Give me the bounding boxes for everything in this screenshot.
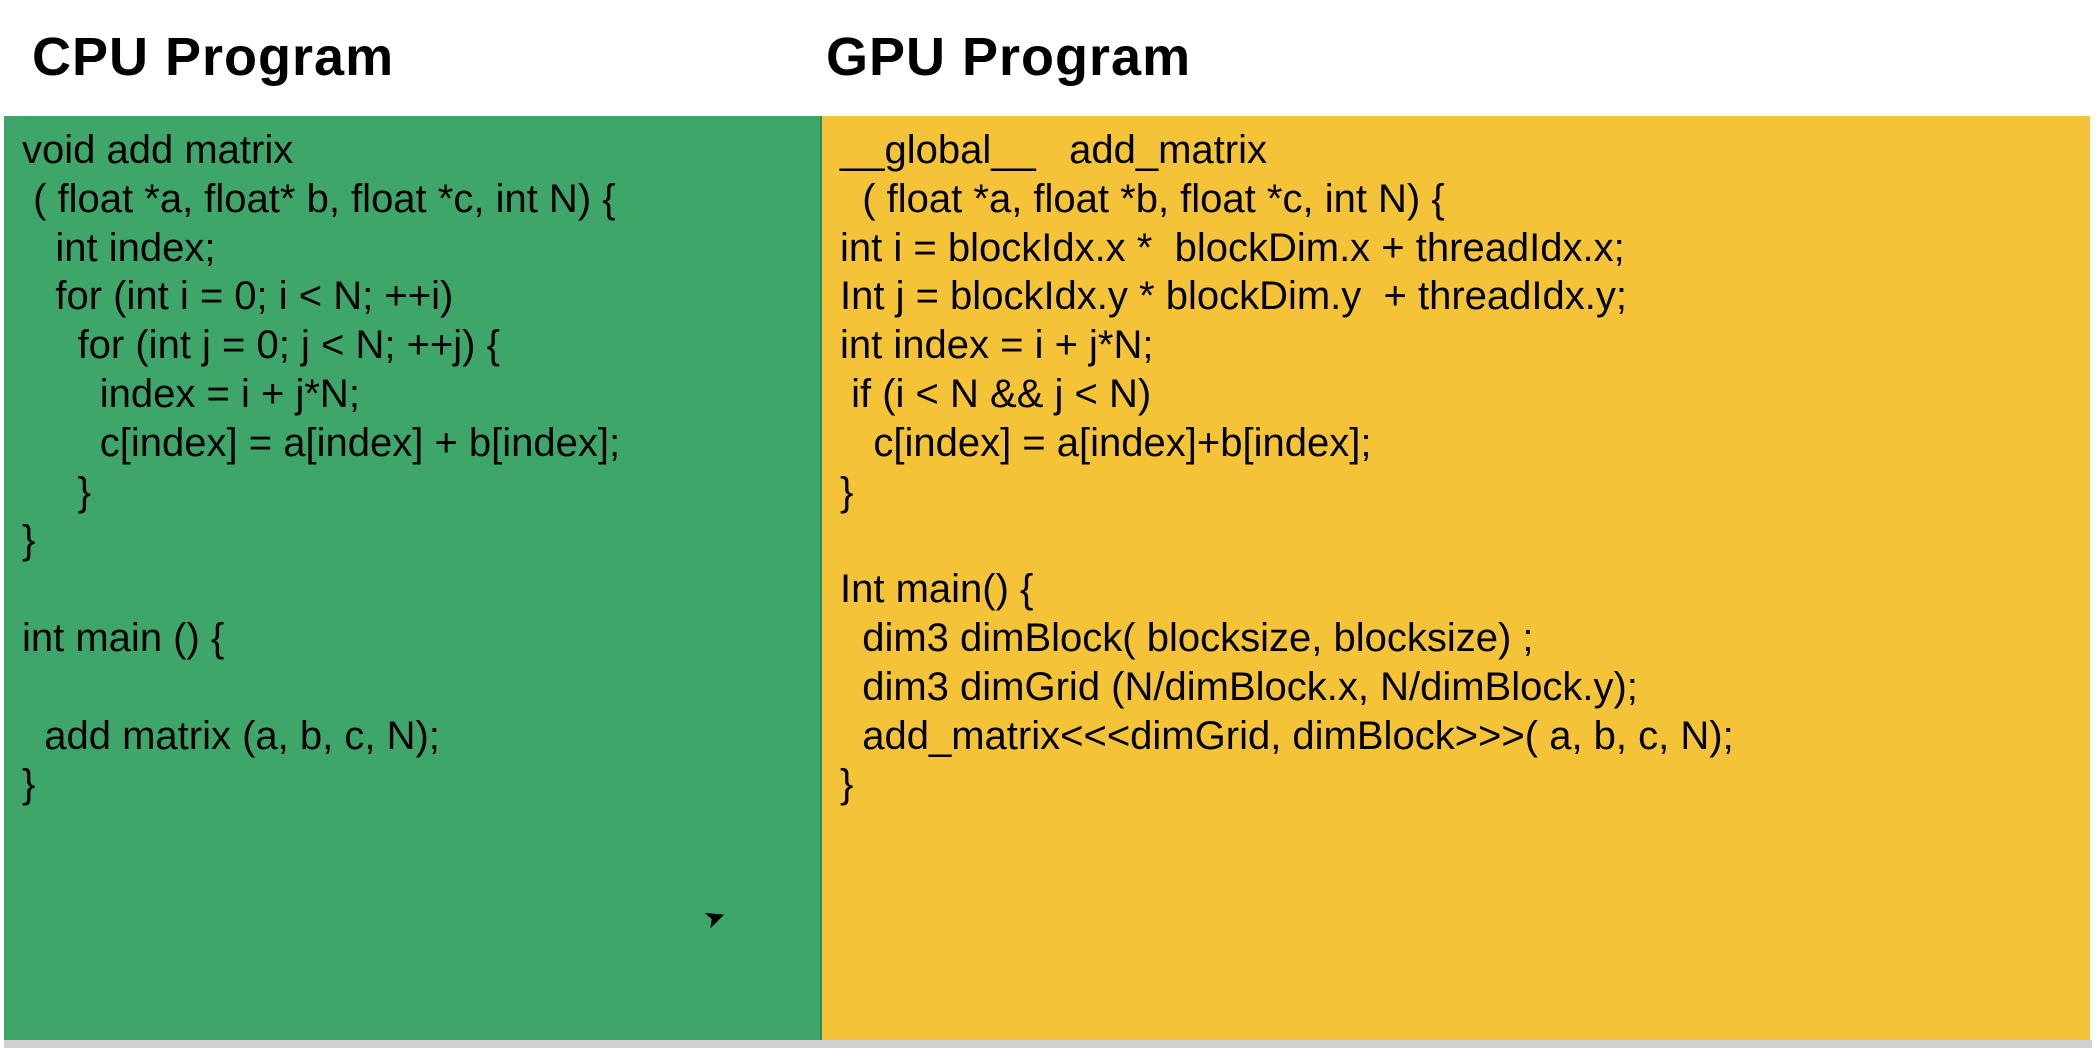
cpu-code-block: void add matrix ( float *a, float* b, fl… [4,116,822,1040]
gpu-code-block: __global__ add_matrix ( float *a, float … [822,116,2090,1040]
headers-row: CPU Program GPU Program [0,0,2096,88]
gpu-program-title: GPU Program [826,26,1191,88]
bottom-divider [4,1040,2092,1048]
code-panes: void add matrix ( float *a, float* b, fl… [4,116,2092,1040]
slide: CPU Program GPU Program void add matrix … [0,0,2096,1064]
cpu-program-title: CPU Program [32,26,818,88]
